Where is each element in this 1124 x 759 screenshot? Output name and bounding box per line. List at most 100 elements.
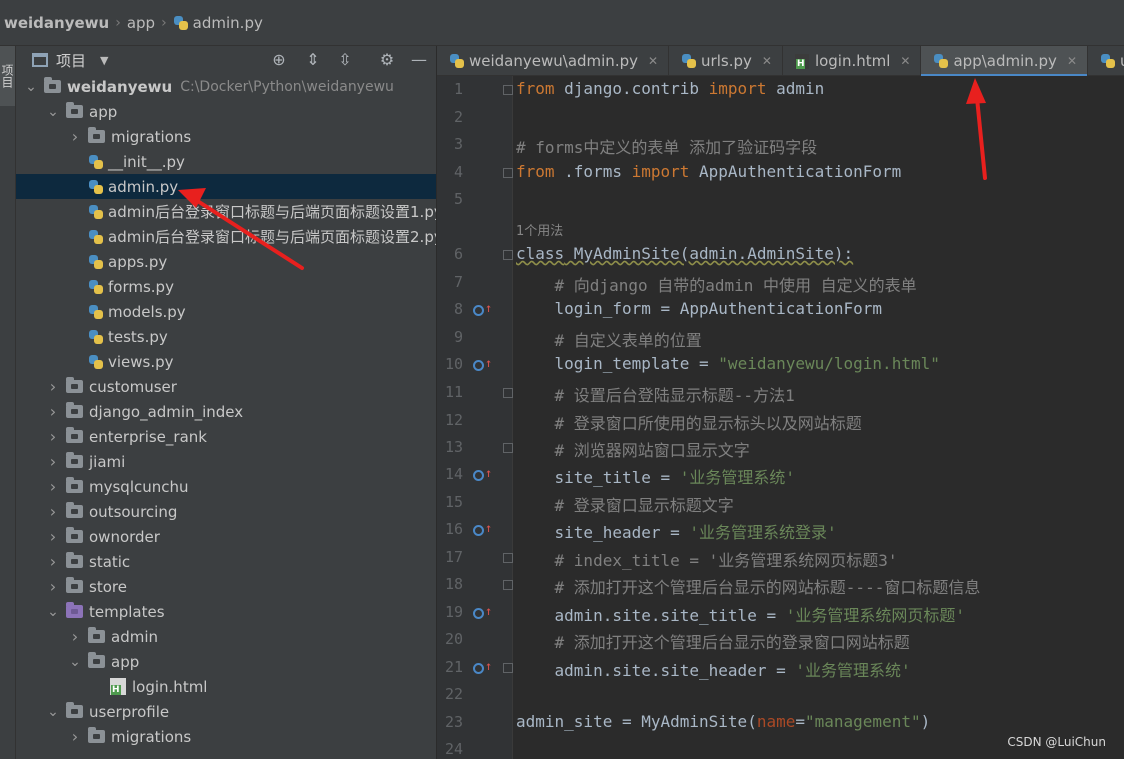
line-number: 15 — [444, 493, 463, 511]
tree-item[interactable]: ⌄ app — [16, 99, 436, 124]
chevron-right-icon[interactable]: › — [46, 527, 60, 546]
chevron-down-icon[interactable]: ⌄ — [68, 654, 82, 670]
chevron-right-icon[interactable]: › — [46, 502, 60, 521]
code-line: # 浏览器网站窗口显示文字 — [516, 441, 750, 460]
chevron-down-icon[interactable]: ⌄ — [46, 704, 60, 720]
breadcrumb-file-label: admin.py — [192, 13, 263, 32]
close-icon[interactable]: ✕ — [762, 54, 772, 68]
override-marker-icon[interactable]: ↑ — [473, 357, 492, 373]
chevron-right-icon[interactable]: › — [68, 627, 82, 646]
watermark: CSDN @LuiChun — [1007, 735, 1106, 749]
close-icon[interactable]: ✕ — [1067, 54, 1077, 68]
folder-icon — [66, 402, 83, 418]
code-line: site_header = '业务管理系统登录' — [516, 523, 837, 542]
locate-icon[interactable]: ⊕ — [270, 51, 288, 69]
tree-item[interactable]: admin后台登录窗口标题与后端页面标题设置1.py — [16, 199, 436, 224]
tree-item[interactable]: login.html — [16, 674, 436, 699]
tree-item[interactable]: › jiami — [16, 449, 436, 474]
tree-item-path: C:\Docker\Python\weidanyewu — [180, 78, 394, 95]
tree-item[interactable]: › admin — [16, 624, 436, 649]
tree-item[interactable]: ⌄ templates — [16, 599, 436, 624]
tree-item[interactable]: forms.py — [16, 274, 436, 299]
editor-tab[interactable]: userpr — [1088, 46, 1124, 76]
tree-item[interactable]: ⌄ weidanyewu C:\Docker\Python\weidanyewu — [16, 74, 436, 99]
tree-item-label: customuser — [89, 377, 177, 396]
folder-icon — [66, 577, 83, 593]
chevron-right-icon[interactable]: › — [46, 577, 60, 596]
python-file-icon — [88, 304, 104, 320]
breadcrumb-project[interactable]: weidanyewu — [4, 14, 109, 32]
chevron-down-icon[interactable]: ⌄ — [24, 79, 38, 95]
chevron-down-icon[interactable]: ⌄ — [46, 104, 60, 120]
override-marker-icon[interactable]: ↑ — [473, 660, 492, 676]
fold-marker-icon[interactable] — [503, 580, 513, 590]
chevron-right-icon[interactable]: › — [46, 477, 60, 496]
chevron-right-icon[interactable]: › — [46, 377, 60, 396]
tree-item[interactable]: › migrations — [16, 124, 436, 149]
line-number: 1 — [453, 80, 463, 98]
tree-item[interactable]: ⌄ app — [16, 649, 436, 674]
fold-marker-icon[interactable] — [503, 553, 513, 563]
tree-item[interactable]: models.py — [16, 299, 436, 324]
tool-window-strip: 项目 — [0, 46, 16, 759]
tree-item[interactable]: › customuser — [16, 374, 436, 399]
editor-tab[interactable]: urls.py ✕ — [669, 46, 783, 76]
tree-item[interactable]: › django_admin_index — [16, 399, 436, 424]
chevron-down-icon[interactable]: ▼ — [100, 54, 108, 67]
tree-item[interactable]: admin.py — [16, 174, 436, 199]
tree-item[interactable]: › ownorder — [16, 524, 436, 549]
project-tool-button[interactable]: 项目 — [0, 46, 15, 106]
override-marker-icon[interactable]: ↑ — [473, 467, 492, 483]
project-panel-title[interactable]: 项目 — [56, 50, 86, 71]
tree-item[interactable]: tests.py — [16, 324, 436, 349]
tree-item[interactable]: › mysqlcunchu — [16, 474, 436, 499]
tree-item[interactable]: admin后台登录窗口标题与后端页面标题设置2.py — [16, 224, 436, 249]
fold-marker-icon[interactable] — [503, 85, 513, 95]
code-editor[interactable]: 1 2 3 4 5 6 7 8 9 10 11 12 13 14 15 16 17 18 19 20 21 22 23 24 ↑… — [437, 76, 1124, 759]
close-icon[interactable]: ✕ — [648, 54, 658, 68]
fold-marker-icon[interactable] — [503, 168, 513, 178]
tree-item[interactable]: › static — [16, 549, 436, 574]
folder-icon — [88, 652, 105, 668]
gear-icon[interactable]: ⚙ — [378, 51, 396, 69]
collapse-all-icon[interactable]: ⇳ — [336, 51, 354, 69]
editor-tab[interactable]: weidanyewu\admin.py ✕ — [437, 46, 670, 76]
tree-item[interactable]: › outsourcing — [16, 499, 436, 524]
close-icon[interactable]: ✕ — [900, 54, 910, 68]
chevron-down-icon[interactable]: ⌄ — [46, 604, 60, 620]
chevron-right-icon[interactable]: › — [46, 402, 60, 421]
fold-marker-icon[interactable] — [503, 663, 513, 673]
override-marker-icon[interactable]: ↑ — [473, 605, 492, 621]
fold-marker-icon[interactable] — [503, 250, 513, 260]
chevron-right-icon[interactable]: › — [46, 452, 60, 471]
editor-tabbar: weidanyewu\admin.py✕urls.py✕login.html✕a… — [437, 46, 1124, 77]
editor-tab[interactable]: app\admin.py ✕ — [921, 46, 1089, 77]
override-marker-icon[interactable]: ↑ — [473, 302, 492, 318]
tree-item[interactable]: › store — [16, 574, 436, 599]
editor-tab[interactable]: login.html ✕ — [783, 46, 922, 76]
tree-item[interactable]: views.py — [16, 349, 436, 374]
minimize-icon[interactable]: — — [410, 51, 428, 69]
expand-all-icon[interactable]: ⇕ — [304, 51, 322, 69]
tree-item[interactable]: › migrations — [16, 724, 436, 749]
chevron-right-icon[interactable]: › — [68, 127, 82, 146]
fold-marker-icon[interactable] — [503, 443, 513, 453]
folder-icon — [88, 127, 105, 143]
line-number: 5 — [453, 190, 463, 208]
breadcrumb-folder[interactable]: app — [127, 14, 155, 32]
chevron-right-icon[interactable]: › — [46, 427, 60, 446]
chevron-right-icon[interactable]: › — [46, 552, 60, 571]
tree-item-label: enterprise_rank — [89, 427, 207, 446]
python-file-icon — [88, 154, 104, 170]
chevron-right-icon[interactable]: › — [68, 727, 82, 746]
breadcrumb-file[interactable]: admin.py — [173, 14, 263, 32]
code-line: # 设置后台登陆显示标题--方法1 — [516, 386, 795, 405]
code-line: # index_title = '业务管理系统网页标题3' — [516, 551, 898, 570]
usage-hint[interactable]: 1个用法 — [516, 220, 563, 239]
tree-item[interactable]: __init__.py — [16, 149, 436, 174]
tree-item[interactable]: apps.py — [16, 249, 436, 274]
tree-item[interactable]: › enterprise_rank — [16, 424, 436, 449]
override-marker-icon[interactable]: ↑ — [473, 522, 492, 538]
fold-marker-icon[interactable] — [503, 388, 513, 398]
tree-item[interactable]: ⌄ userprofile — [16, 699, 436, 724]
